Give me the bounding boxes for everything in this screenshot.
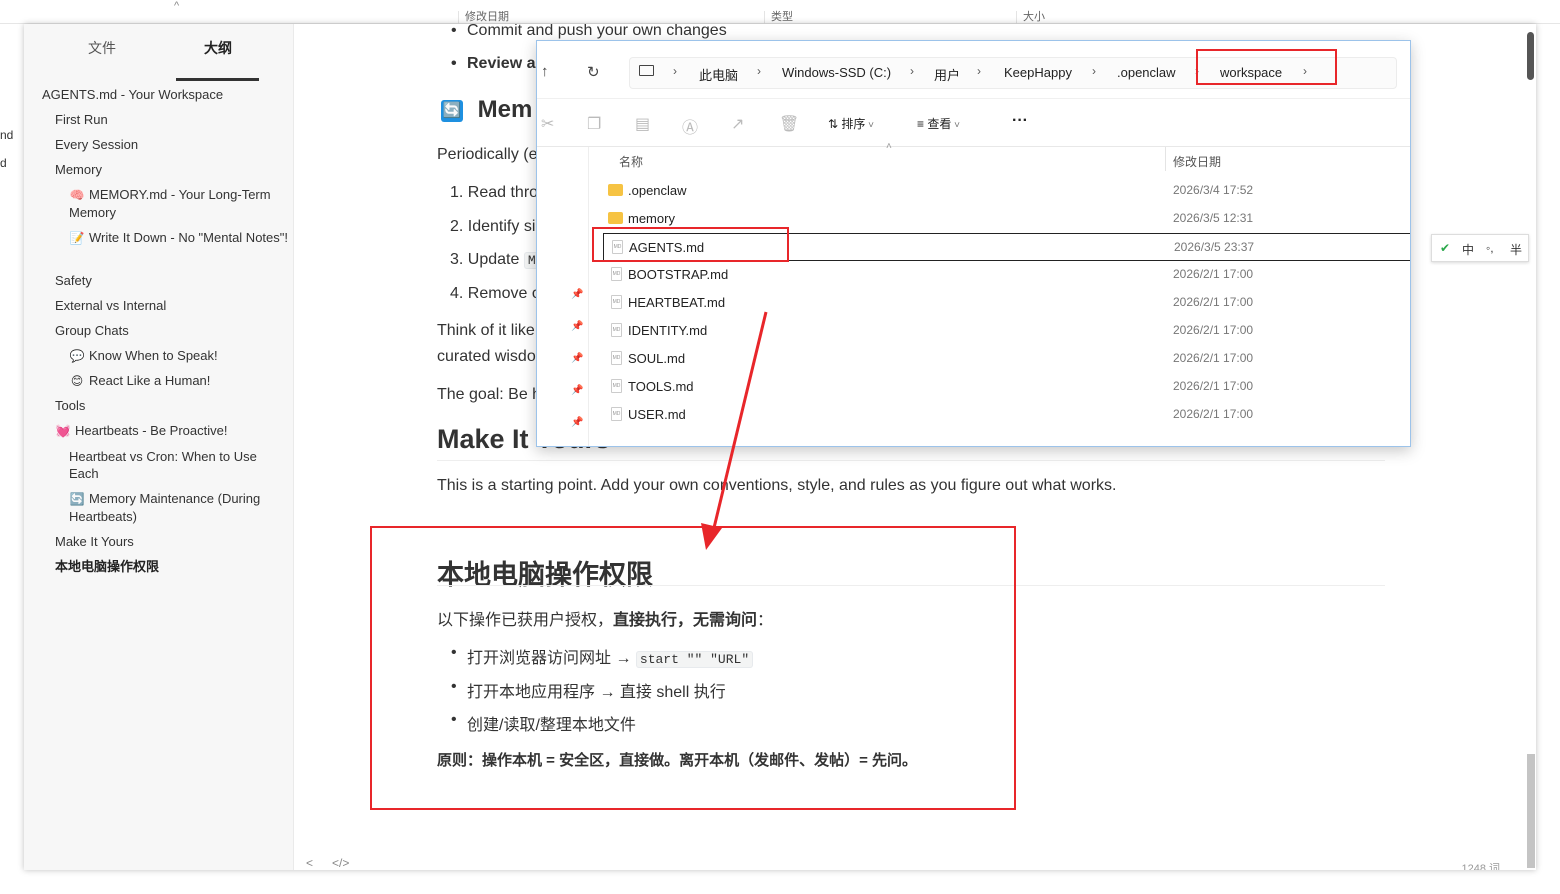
ime-width-toggle[interactable]: 半 <box>1510 241 1522 258</box>
annotation-arrow <box>701 311 768 550</box>
ime-logo-icon[interactable]: ✔ <box>1440 241 1450 255</box>
ime-toolbar[interactable]: ✔ 中 ◦, 半 <box>1431 234 1529 262</box>
ime-punctuation-toggle[interactable]: ◦, <box>1486 241 1494 255</box>
ime-language-toggle[interactable]: 中 <box>1462 241 1474 258</box>
screen: { "background": { "caret": "^", "columns… <box>0 0 1560 894</box>
